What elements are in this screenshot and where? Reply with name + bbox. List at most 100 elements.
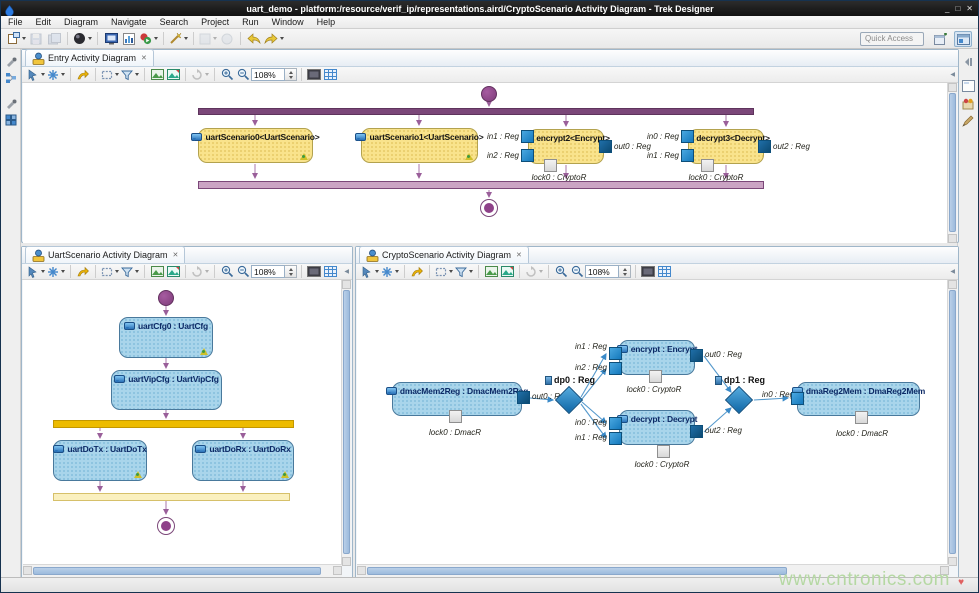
new-wizard-button[interactable] — [6, 30, 27, 47]
port-dec-in1[interactable] — [681, 149, 694, 162]
zoom-out-icon[interactable] — [235, 265, 251, 279]
back-button[interactable] — [245, 30, 263, 47]
refresh-icon[interactable] — [190, 68, 210, 82]
run-config-button[interactable] — [138, 30, 159, 47]
node-encrypt2[interactable]: encrypt2<Encrypt> — [528, 129, 604, 164]
uart-diagram-canvas[interactable]: uartCfg0 : UartCfg uartVipCfg : UartVipC… — [23, 280, 342, 566]
initial-node[interactable] — [158, 290, 174, 306]
route-icon[interactable] — [409, 265, 425, 279]
minimize-button[interactable]: _ — [945, 4, 949, 13]
disabled-tool-button[interactable] — [198, 30, 218, 47]
uart-horizontal-scrollbar[interactable] — [23, 564, 342, 577]
forward-button[interactable] — [263, 30, 285, 47]
show-hide-icon[interactable] — [100, 265, 120, 279]
port-dec-out2[interactable] — [690, 425, 703, 438]
port-enc-in1[interactable] — [609, 347, 622, 360]
zoom-spinner[interactable] — [285, 68, 297, 81]
export-image-icon[interactable] — [149, 265, 165, 279]
show-hide-icon[interactable] — [434, 265, 454, 279]
node-decrypt[interactable]: decrypt : Decrypt — [619, 410, 695, 445]
toolbar-collapse-icon[interactable]: ◀ — [950, 268, 955, 275]
zoom-out-icon[interactable] — [569, 265, 585, 279]
current-perspective-button[interactable] — [954, 31, 972, 47]
menu-project[interactable]: Project — [201, 17, 229, 27]
zoom-in-icon[interactable] — [219, 68, 235, 82]
node-uartVipCfg[interactable]: uartVipCfg : UartVipCfg — [111, 370, 222, 410]
minimized-properties-icon[interactable] — [4, 97, 18, 111]
diagram-select-icon[interactable] — [360, 265, 380, 279]
debug-sphere-button[interactable] — [72, 30, 93, 47]
diagram-select-icon[interactable] — [26, 265, 46, 279]
export-diagram-icon[interactable] — [165, 265, 181, 279]
open-perspective-button[interactable] — [932, 31, 950, 47]
snapshot-icon[interactable] — [306, 68, 322, 82]
diagram-select-icon[interactable] — [26, 68, 46, 82]
port-dmac-out0[interactable] — [517, 391, 530, 404]
zoom-out-icon[interactable] — [235, 68, 251, 82]
initial-node[interactable] — [481, 86, 497, 102]
join-bar[interactable] — [198, 181, 764, 189]
filter-icon[interactable] — [120, 265, 140, 279]
console-button[interactable] — [102, 30, 120, 47]
menu-run[interactable]: Run — [242, 17, 259, 27]
port-dec-in1[interactable] — [609, 432, 622, 445]
port-dma-in0[interactable] — [791, 392, 804, 405]
tab-entry-activity-diagram[interactable]: Entry Activity Diagram ✕ — [25, 49, 154, 66]
snapshot-icon[interactable] — [306, 265, 322, 279]
zoom-in-icon[interactable] — [219, 265, 235, 279]
toolbar-collapse-icon[interactable]: ◀ — [950, 71, 955, 78]
entry-vertical-scrollbar[interactable] — [947, 83, 957, 243]
filter-icon[interactable] — [120, 68, 140, 82]
snapshot-icon[interactable] — [640, 265, 656, 279]
fork-bar[interactable] — [53, 420, 294, 428]
zoom-spinner[interactable] — [285, 265, 297, 278]
zoom-in-icon[interactable] — [553, 265, 569, 279]
port-enc-lock0[interactable] — [649, 370, 662, 383]
tab-uartscenario-activity-diagram[interactable]: UartScenario Activity Diagram ✕ — [25, 246, 185, 263]
port-enc-out0[interactable] — [599, 140, 612, 153]
tab-cryptoscenario-activity-diagram[interactable]: CryptoScenario Activity Diagram ✕ — [359, 246, 529, 263]
node-uartCfg0[interactable]: uartCfg0 : UartCfg — [119, 317, 213, 358]
port-enc-in2[interactable] — [521, 149, 534, 162]
route-icon[interactable] — [75, 265, 91, 279]
refresh-icon[interactable] — [524, 265, 544, 279]
toolbar-collapse-icon[interactable]: ◀ — [344, 268, 349, 275]
fork-bar[interactable] — [198, 108, 754, 115]
wand-button[interactable] — [168, 30, 189, 47]
quick-access-field[interactable]: Quick Access — [860, 32, 924, 46]
menu-window[interactable]: Window — [272, 17, 304, 27]
menu-edit[interactable]: Edit — [36, 17, 52, 27]
report-button[interactable] — [120, 30, 138, 47]
port-dec-lock0[interactable] — [701, 159, 714, 172]
error-log-icon[interactable] — [961, 97, 975, 111]
menu-search[interactable]: Search — [160, 17, 189, 27]
export-image-icon[interactable] — [149, 68, 165, 82]
zoom-spinner[interactable] — [619, 265, 631, 278]
export-image-icon[interactable] — [483, 265, 499, 279]
filter-icon[interactable] — [454, 265, 474, 279]
save-all-button[interactable] — [45, 30, 63, 47]
maximize-button[interactable]: □ — [955, 4, 960, 13]
port-enc-out0[interactable] — [690, 349, 703, 362]
export-diagram-icon[interactable] — [499, 265, 515, 279]
node-uartDoTx[interactable]: uartDoTx : UartDoTx — [53, 440, 147, 481]
properties-edit-icon[interactable] — [961, 114, 975, 128]
arrange-all-icon[interactable] — [46, 68, 66, 82]
menu-diagram[interactable]: Diagram — [64, 17, 98, 27]
export-diagram-icon[interactable] — [165, 68, 181, 82]
node-decrypt3[interactable]: decrypt3<Decrypt> — [688, 129, 764, 164]
outline-thumbnail-icon[interactable] — [961, 79, 975, 93]
tab-close-icon[interactable]: ✕ — [516, 251, 522, 259]
restore-pane-icon[interactable] — [961, 54, 975, 68]
minimized-model-icon[interactable] — [4, 113, 18, 127]
grid-icon[interactable] — [322, 68, 338, 82]
port-dec-in0[interactable] — [681, 130, 694, 143]
final-node[interactable] — [480, 199, 498, 217]
port-dmac-lock0[interactable] — [449, 410, 462, 423]
grid-icon[interactable] — [656, 265, 672, 279]
route-icon[interactable] — [75, 68, 91, 82]
minimized-palette-icon[interactable] — [4, 55, 18, 69]
entry-diagram-canvas[interactable]: uartScenario0<UartScenario> uartScenario… — [23, 83, 948, 243]
menu-navigate[interactable]: Navigate — [111, 17, 147, 27]
refresh-icon[interactable] — [190, 265, 210, 279]
